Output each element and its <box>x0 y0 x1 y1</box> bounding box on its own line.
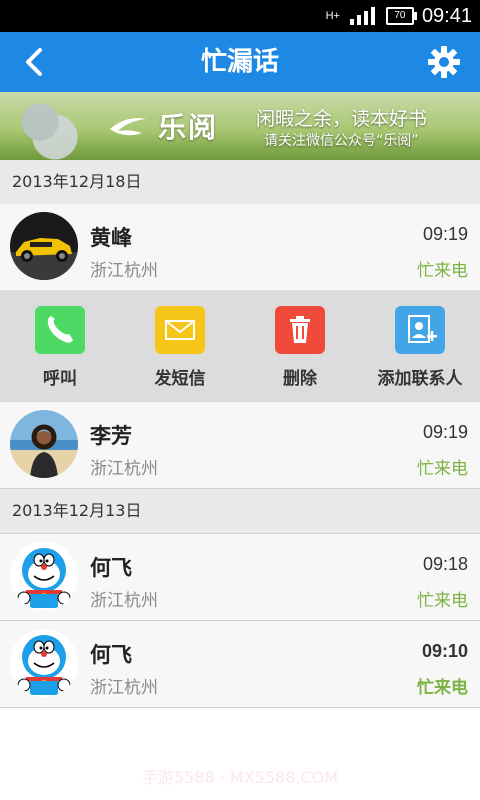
contact-name: 黄峰 <box>90 226 132 250</box>
delete-label: 删除 <box>283 369 317 389</box>
avatar <box>10 542 78 610</box>
trash-icon <box>275 306 325 354</box>
call-time: 09:10 <box>421 641 468 661</box>
signal-icon <box>349 7 375 25</box>
contact-location: 浙江杭州 <box>90 591 158 611</box>
gear-icon[interactable] <box>426 44 462 80</box>
call-status: 忙来电 <box>417 261 468 281</box>
date-label: 2013年12月13日 <box>12 501 142 520</box>
logo-swoosh-icon <box>110 118 146 136</box>
page-title: 忙漏话 <box>200 47 279 77</box>
call-status: 忙来电 <box>417 678 468 698</box>
avatar <box>10 212 78 280</box>
network-type: H+ <box>325 10 340 22</box>
send-sms-button[interactable]: 发短信 <box>120 306 240 392</box>
contact-location: 浙江杭州 <box>90 459 158 479</box>
add-contact-button[interactable]: 添加联系人 <box>360 306 480 392</box>
avatar <box>10 629 78 697</box>
watermark: 手游5588 · MX5588.COM <box>141 768 339 787</box>
contact-location: 浙江杭州 <box>90 678 158 698</box>
status-bar: H+ 70 09:41 <box>0 0 480 32</box>
call-status: 忙来电 <box>417 591 468 611</box>
contact-name: 何飞 <box>90 643 132 667</box>
contact-name: 李芳 <box>90 424 132 448</box>
call-status: 忙来电 <box>417 459 468 479</box>
add-contact-label: 添加联系人 <box>377 369 463 389</box>
banner-logo-text: 乐阅 <box>158 111 219 144</box>
call-time: 09:19 <box>422 422 468 442</box>
clock: 09:41 <box>421 4 472 27</box>
promo-banner[interactable]: 乐阅 闲暇之余，读本好书 请关注微信公众号“乐阅” <box>0 92 480 160</box>
battery-icon: 70 <box>385 7 417 25</box>
call-actions-panel: 呼叫 发短信 删除 添加联系人 <box>0 290 480 403</box>
call-row[interactable]: 何飞 浙江杭州 09:10 忙来电 <box>0 621 480 708</box>
call-time: 09:19 <box>422 224 468 244</box>
call-label: 呼叫 <box>43 369 77 389</box>
date-header: 2013年12月13日 <box>0 489 480 534</box>
send-sms-label: 发短信 <box>154 369 206 389</box>
banner-logo: 乐阅 <box>108 106 218 146</box>
delete-button[interactable]: 删除 <box>240 306 360 392</box>
envelope-icon <box>155 306 205 354</box>
call-button[interactable]: 呼叫 <box>0 306 120 392</box>
banner-illustration <box>0 92 90 160</box>
date-header: 2013年12月18日 <box>0 160 480 205</box>
call-row[interactable]: 黄峰 浙江杭州 09:19 忙来电 <box>0 204 480 291</box>
contact-name: 何飞 <box>90 556 132 580</box>
add-contact-icon <box>395 306 445 354</box>
date-label: 2013年12月18日 <box>12 172 142 191</box>
banner-subtitle: 请关注微信公众号“乐阅” <box>264 133 419 149</box>
app-header: 忙漏话 <box>0 32 480 92</box>
battery-level: 70 <box>394 10 406 21</box>
avatar <box>10 410 78 478</box>
call-row[interactable]: 李芳 浙江杭州 09:19 忙来电 <box>0 402 480 489</box>
call-time: 09:18 <box>422 554 468 574</box>
phone-icon <box>35 306 85 354</box>
contact-location: 浙江杭州 <box>90 261 158 281</box>
call-row[interactable]: 何飞 浙江杭州 09:18 忙来电 <box>0 534 480 621</box>
banner-slogan: 闲暇之余，读本好书 <box>256 108 428 130</box>
